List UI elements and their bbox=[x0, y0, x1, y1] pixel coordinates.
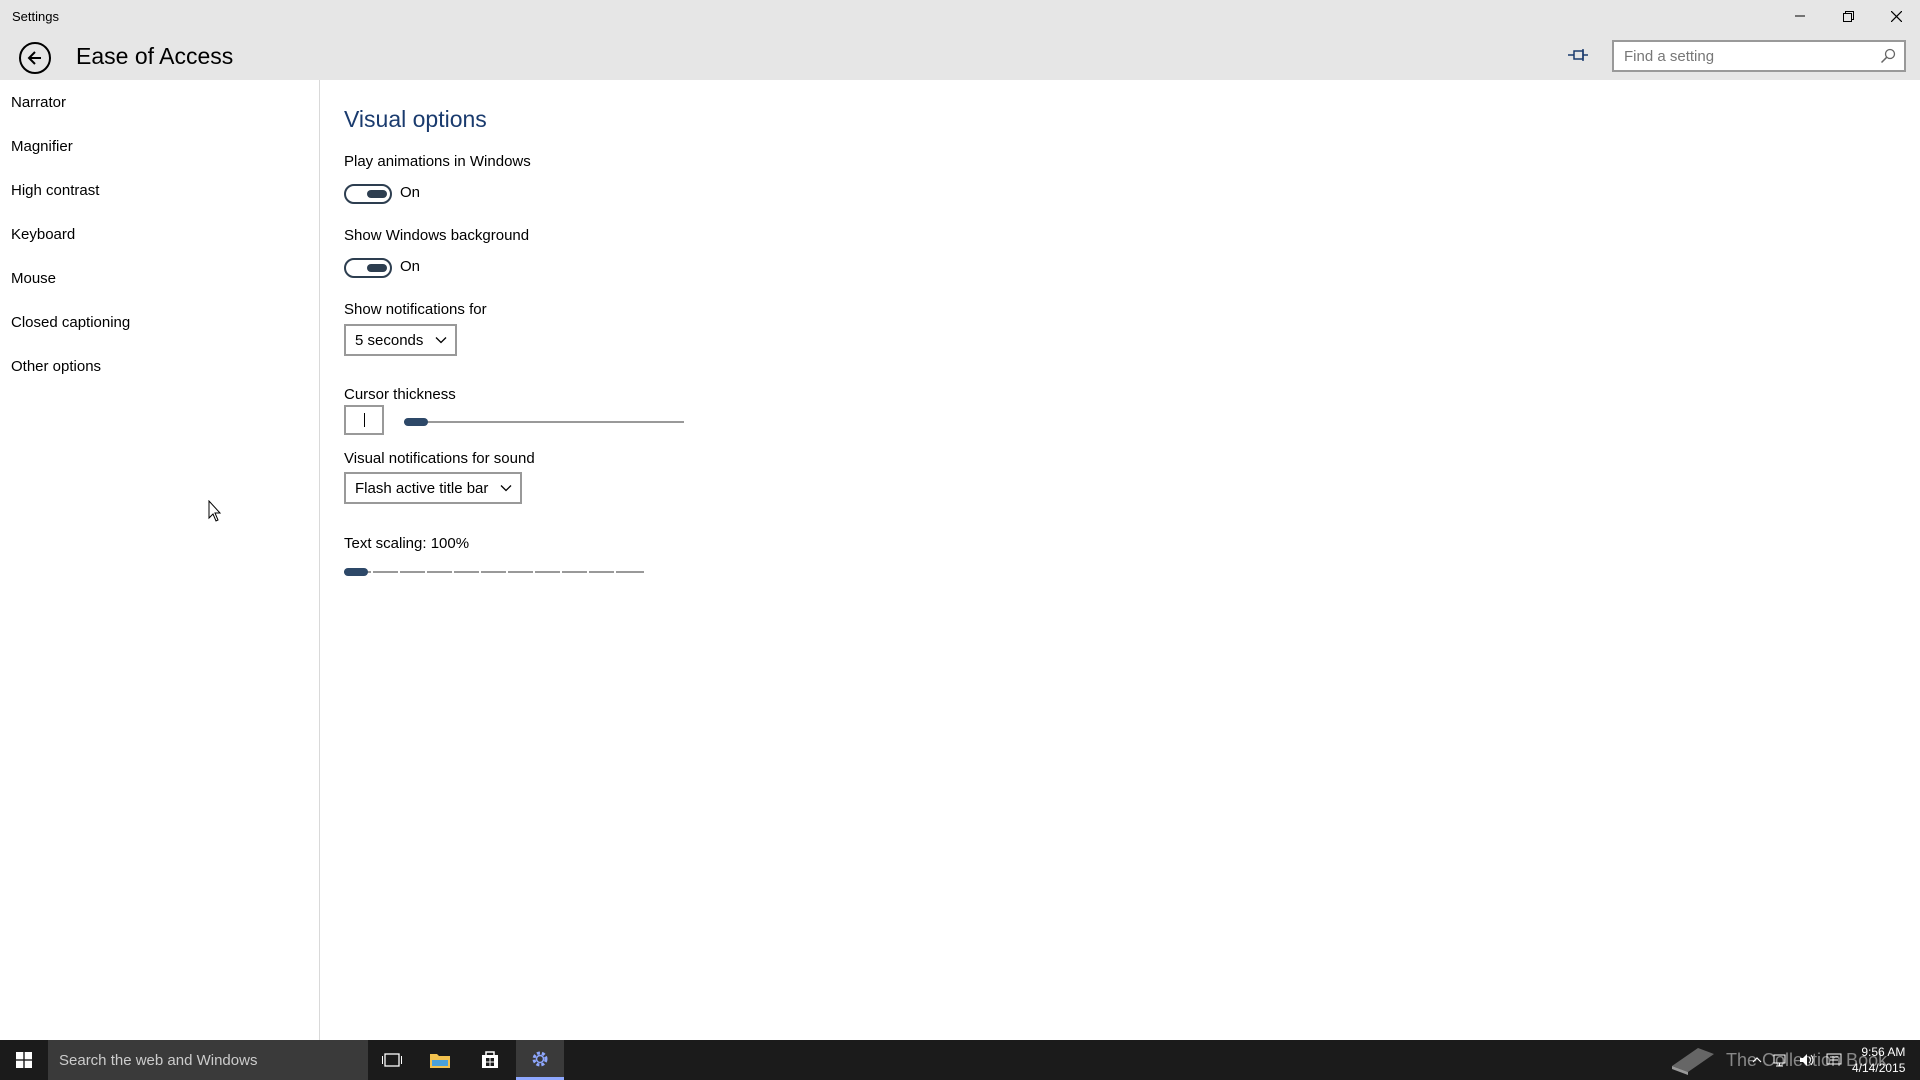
window-controls bbox=[1776, 0, 1920, 32]
file-explorer-icon bbox=[430, 1054, 450, 1068]
sidebar-item-magnifier[interactable]: Magnifier bbox=[11, 138, 73, 155]
text-scaling-tick bbox=[533, 569, 535, 575]
sidebar-item-narrator[interactable]: Narrator bbox=[11, 94, 66, 111]
taskbar: Search the web and Windows The Collectio… bbox=[0, 1040, 1920, 1080]
network-icon[interactable] bbox=[1772, 1052, 1788, 1068]
animations-toggle[interactable] bbox=[344, 184, 392, 204]
minimize-button[interactable] bbox=[1776, 0, 1824, 32]
notifications-dropdown[interactable]: 5 seconds bbox=[344, 324, 458, 356]
restore-button[interactable] bbox=[1824, 0, 1872, 32]
sound-notification-value: Flash active title bar bbox=[355, 479, 489, 497]
background-state: On bbox=[400, 258, 421, 275]
mouse-pointer-icon bbox=[208, 500, 222, 522]
text-scaling-tick bbox=[560, 569, 562, 575]
start-button[interactable] bbox=[0, 1040, 48, 1080]
sound-notification-dropdown[interactable]: Flash active title bar bbox=[344, 472, 523, 504]
title-bar: Settings Ease of Access bbox=[0, 0, 1920, 80]
chevron-down-icon bbox=[500, 485, 512, 492]
text-scaling-tick bbox=[614, 569, 616, 575]
text-scaling-tick bbox=[506, 569, 508, 575]
volume-icon[interactable] bbox=[1798, 1052, 1816, 1068]
book-icon bbox=[1672, 1048, 1714, 1075]
sidebar-item-closed-captioning[interactable]: Closed captioning bbox=[11, 314, 130, 331]
text-scaling-tick bbox=[371, 569, 373, 575]
back-button[interactable] bbox=[19, 42, 51, 74]
sidebar-item-high-contrast[interactable]: High contrast bbox=[11, 182, 99, 199]
pin-icon bbox=[1568, 49, 1588, 61]
background-toggle[interactable] bbox=[344, 258, 392, 278]
sidebar-item-other-options[interactable]: Other options bbox=[11, 358, 101, 375]
text-scaling-label: Text scaling: 100% bbox=[344, 535, 470, 552]
search-box[interactable] bbox=[1612, 40, 1906, 72]
gear-icon bbox=[532, 1051, 548, 1066]
text-scaling-slider[interactable] bbox=[344, 571, 644, 573]
clock-time: 9:56 AM bbox=[1861, 1045, 1906, 1059]
text-scaling-tick bbox=[452, 569, 454, 575]
taskbar-search[interactable]: Search the web and Windows bbox=[48, 1040, 368, 1080]
minimize-icon bbox=[1795, 15, 1805, 17]
file-explorer-button[interactable] bbox=[416, 1040, 464, 1080]
text-scaling-tick bbox=[587, 569, 589, 575]
store-button[interactable] bbox=[466, 1040, 514, 1080]
text-scaling-thumb[interactable] bbox=[344, 568, 368, 576]
section-title: Visual options bbox=[344, 106, 487, 132]
toggle-knob bbox=[367, 190, 387, 198]
toggle-knob bbox=[367, 264, 387, 272]
search-input[interactable] bbox=[1622, 46, 1880, 66]
close-icon bbox=[1890, 10, 1902, 22]
text-scaling-tick bbox=[425, 569, 427, 575]
cursor-thickness-thumb[interactable] bbox=[404, 418, 428, 426]
cursor-thickness-slider[interactable] bbox=[404, 421, 684, 423]
search-icon[interactable] bbox=[1880, 48, 1896, 64]
chevron-up-icon[interactable] bbox=[1752, 1055, 1762, 1065]
back-arrow-icon bbox=[27, 51, 41, 65]
sidebar-item-keyboard[interactable]: Keyboard bbox=[11, 226, 75, 243]
pin-button[interactable] bbox=[1566, 46, 1590, 64]
chevron-down-icon bbox=[435, 337, 447, 344]
cursor-preview-line bbox=[363, 413, 365, 427]
notifications-label: Show notifications for bbox=[344, 301, 487, 318]
text-scaling-tick bbox=[479, 569, 481, 575]
cursor-preview bbox=[344, 405, 384, 435]
animations-state: On bbox=[400, 184, 421, 201]
clock-date: 4/14/2015 bbox=[1852, 1061, 1906, 1075]
sound-notification-label: Visual notifications for sound bbox=[344, 450, 535, 467]
sidebar: Narrator Magnifier High contrast Keyboar… bbox=[0, 80, 320, 1040]
store-icon bbox=[482, 1051, 498, 1068]
background-label: Show Windows background bbox=[344, 227, 530, 244]
page-title: Ease of Access bbox=[76, 43, 234, 69]
action-center-icon[interactable] bbox=[1826, 1052, 1842, 1068]
text-scaling-tick bbox=[398, 569, 400, 575]
taskbar-search-text: Search the web and Windows bbox=[59, 1051, 258, 1069]
task-view-icon bbox=[382, 1053, 402, 1067]
system-tray bbox=[1752, 1040, 1842, 1080]
restore-icon bbox=[1842, 10, 1854, 22]
task-view-button[interactable] bbox=[368, 1040, 416, 1080]
windows-logo-icon bbox=[16, 1052, 32, 1068]
close-button[interactable] bbox=[1872, 0, 1920, 32]
settings-button[interactable] bbox=[516, 1040, 564, 1080]
sidebar-item-mouse[interactable]: Mouse bbox=[11, 270, 56, 287]
notifications-value: 5 seconds bbox=[355, 331, 424, 349]
animations-label: Play animations in Windows bbox=[344, 153, 531, 170]
clock[interactable]: 9:56 AM 4/14/2015 bbox=[1852, 1044, 1905, 1076]
window-title: Settings bbox=[12, 9, 59, 24]
cursor-thickness-label: Cursor thickness bbox=[344, 386, 456, 403]
